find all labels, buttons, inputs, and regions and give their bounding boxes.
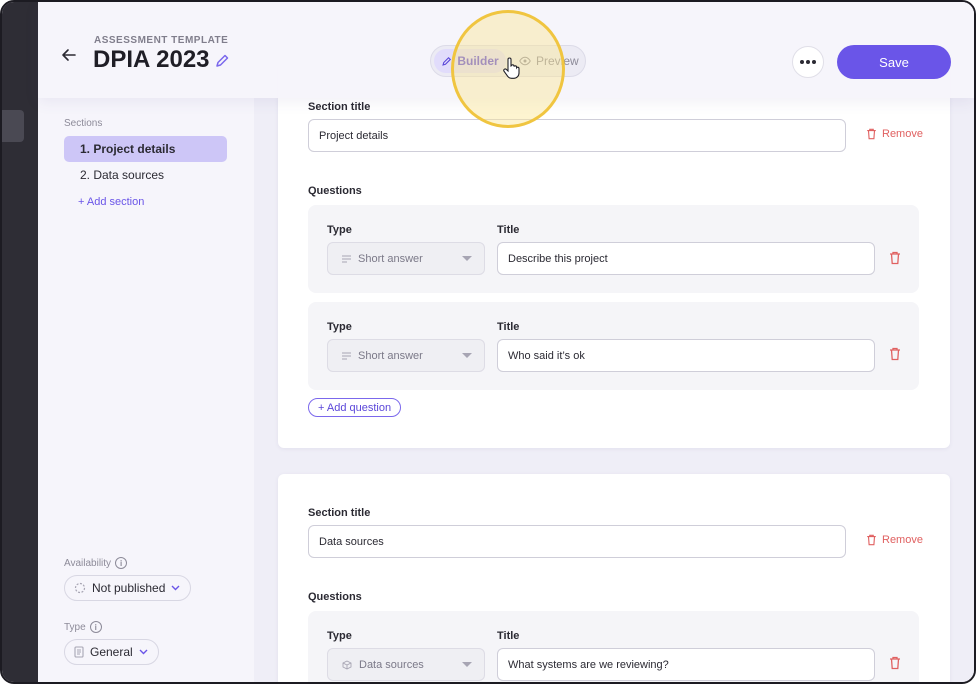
document-icon	[74, 646, 84, 658]
question-type-value: Short answer	[358, 252, 423, 265]
section-title-label: Section title	[308, 101, 371, 113]
type-value: General	[90, 645, 133, 659]
availability-value: Not published	[92, 581, 166, 595]
trash-icon[interactable]	[889, 251, 901, 265]
question-type-select[interactable]: Short answer	[327, 242, 485, 275]
trash-icon	[867, 534, 876, 546]
availability-select[interactable]: Not published	[64, 575, 192, 601]
type-label: Type i	[64, 621, 102, 633]
sidebar-item-data-sources[interactable]: 2. Data sources	[64, 162, 227, 188]
remove-section-button[interactable]: Remove	[866, 128, 923, 140]
more-dot	[806, 60, 810, 64]
add-section-link[interactable]: + Add section	[78, 196, 144, 208]
preview-tab[interactable]: Preview	[513, 49, 583, 73]
pencil-icon	[442, 56, 452, 66]
back-arrow-icon[interactable]	[60, 46, 78, 64]
pencil-icon[interactable]	[214, 53, 230, 69]
questions-label: Questions	[308, 185, 362, 197]
builder-tab[interactable]: Builder	[434, 49, 506, 73]
builder-tab-label: Builder	[457, 54, 499, 68]
header: ASSESSMENT TEMPLATE DPIA 2023 Builder Pr…	[38, 2, 974, 98]
sidebar-item-project-details[interactable]: 1. Project details	[64, 136, 227, 162]
questions-label: Questions	[308, 591, 362, 603]
save-button[interactable]: Save	[837, 45, 951, 79]
trash-icon[interactable]	[889, 656, 901, 670]
cube-icon	[342, 659, 352, 670]
remove-label: Remove	[882, 128, 923, 140]
question-type-label: Type	[327, 630, 352, 642]
app-window: ASSESSMENT TEMPLATE DPIA 2023 Builder Pr…	[0, 0, 976, 684]
chevron-down-icon	[462, 662, 472, 667]
lines-icon	[342, 351, 351, 360]
question-title-input[interactable]: Who said it’s ok	[497, 339, 875, 372]
type-label-text: Type	[64, 621, 86, 633]
question-type-select[interactable]: Data sources	[327, 648, 485, 681]
section-title-label: Section title	[308, 507, 371, 519]
page-title: DPIA 2023	[93, 46, 210, 73]
question-type-label: Type	[327, 321, 352, 333]
question-type-select[interactable]: Short answer	[327, 339, 485, 372]
chevron-down-icon	[462, 256, 472, 261]
question-title-input[interactable]: Describe this project	[497, 242, 875, 275]
info-icon[interactable]: i	[115, 557, 128, 569]
availability-label-text: Availability	[64, 557, 112, 569]
chevron-down-icon	[462, 353, 472, 358]
remove-section-button[interactable]: Remove	[866, 534, 923, 546]
question-title-label: Title	[497, 321, 520, 333]
page-eyebrow: ASSESSMENT TEMPLATE	[94, 35, 229, 46]
question-title-input[interactable]: What systems are we reviewing?	[497, 648, 875, 681]
chevron-down-icon	[139, 649, 148, 655]
remove-label: Remove	[882, 534, 923, 546]
more-dot	[812, 60, 816, 64]
eye-icon	[519, 56, 531, 66]
sections-label: Sections	[64, 118, 103, 129]
trash-icon	[867, 128, 876, 140]
more-dots-icon	[800, 60, 804, 64]
section-title-input[interactable]: Project details	[308, 119, 846, 152]
info-icon[interactable]: i	[89, 621, 102, 633]
section-title-input[interactable]: Data sources	[308, 525, 846, 558]
lines-icon	[342, 254, 351, 263]
dashed-circle-icon	[74, 582, 86, 594]
more-options-button[interactable]	[792, 46, 824, 78]
question-title-label: Title	[497, 224, 520, 236]
question-type-label: Type	[327, 224, 352, 236]
chevron-down-icon	[171, 585, 180, 591]
left-rail	[2, 2, 38, 682]
question-title-label: Title	[497, 630, 520, 642]
availability-label: Availability i	[64, 557, 128, 569]
hand-cursor-icon	[503, 57, 520, 79]
question-type-value: Data sources	[359, 658, 424, 671]
add-question-button[interactable]: + Add question	[308, 398, 402, 417]
trash-icon[interactable]	[889, 347, 901, 361]
question-type-value: Short answer	[358, 349, 423, 362]
type-select[interactable]: General	[64, 639, 159, 665]
rail-tab[interactable]	[2, 110, 24, 142]
preview-tab-label: Preview	[536, 54, 579, 68]
